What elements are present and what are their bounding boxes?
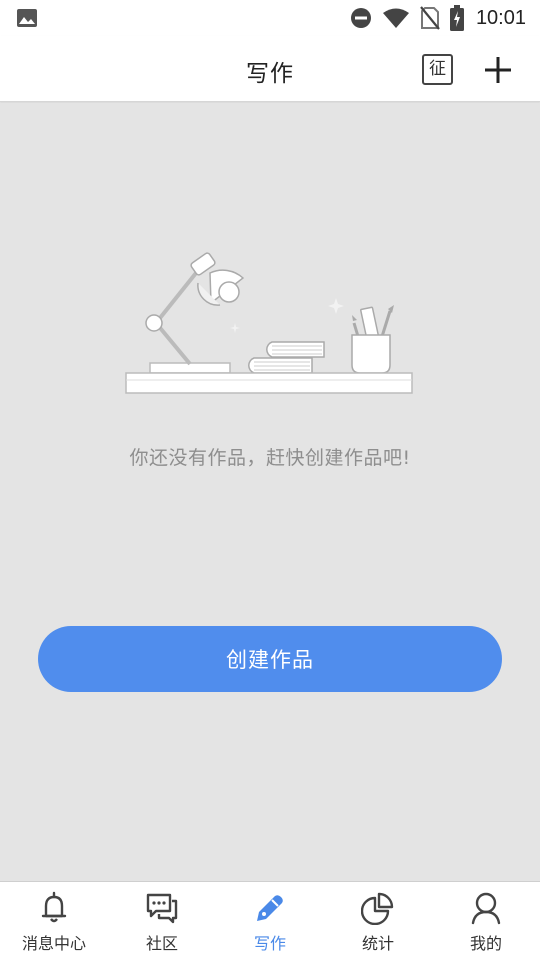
bell-icon (41, 891, 67, 923)
nav-item-community[interactable]: 社区 (108, 882, 216, 960)
nav-item-me[interactable]: 我的 (432, 882, 540, 960)
nav-label-statistics: 统计 (361, 934, 394, 953)
battery-charging-icon (449, 5, 464, 31)
gallery-icon (17, 9, 37, 27)
app-header: 写作 征 (0, 36, 540, 102)
empty-state-message: 你还没有作品，赶快创建作品吧! (129, 447, 411, 469)
desk-lamp-books-pencil-cup-illustration (125, 252, 413, 394)
do-not-disturb-icon (350, 8, 371, 28)
contest-button[interactable]: 征 (422, 54, 453, 85)
status-bar: 10:01 (0, 0, 540, 36)
bottom-nav: 消息中心 社区 写作 统计 我的 (0, 881, 540, 960)
pie-chart-icon (361, 892, 394, 925)
nav-item-messages[interactable]: 消息中心 (0, 882, 108, 960)
wifi-icon (382, 8, 409, 28)
contest-label: 征 (429, 59, 446, 79)
pen-icon (257, 895, 283, 921)
create-work-button[interactable]: 创建作品 (38, 626, 502, 692)
main-content: 你还没有作品，赶快创建作品吧! 创建作品 (0, 103, 540, 881)
clock: 10:01 (475, 6, 526, 29)
nav-label-me: 我的 (469, 934, 502, 953)
chat-icon (146, 893, 178, 924)
nav-item-writing[interactable]: 写作 (216, 882, 324, 960)
status-icons: 10:01 (350, 4, 526, 32)
nav-label-writing: 写作 (253, 934, 286, 953)
nav-label-community: 社区 (145, 934, 178, 953)
plus-icon[interactable] (481, 53, 515, 87)
no-sim-icon (420, 6, 440, 30)
user-icon (471, 892, 501, 925)
nav-item-statistics[interactable]: 统计 (324, 882, 432, 960)
page-title: 写作 (246, 61, 294, 87)
nav-label-messages: 消息中心 (21, 934, 86, 953)
